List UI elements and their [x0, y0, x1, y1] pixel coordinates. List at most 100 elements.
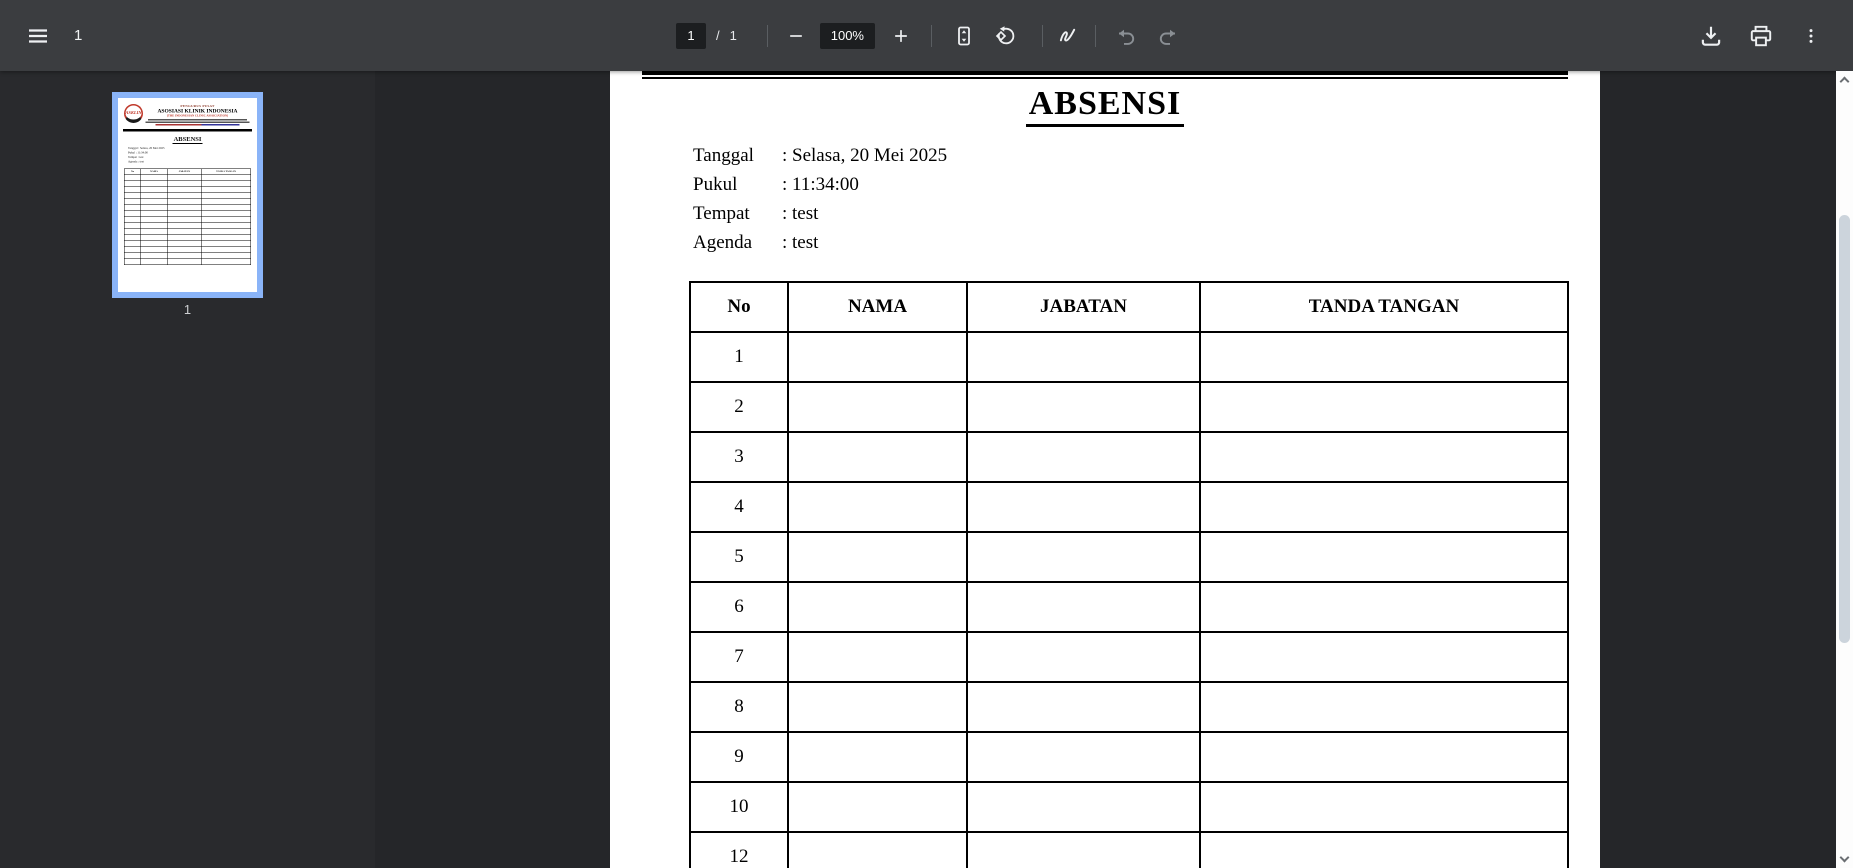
cell-no: 4: [689, 481, 789, 533]
cell-empty: [787, 381, 968, 433]
fit-page-icon: [952, 24, 976, 48]
table-row: 12: [689, 831, 1569, 868]
zoom-out-icon: [786, 26, 806, 46]
thumb-table-body: No NAMA JABATAN TANDA TANGAN: [124, 168, 251, 265]
meta-value: : test: [782, 203, 819, 224]
thumb-table: No NAMA JABATAN TANDA TANGAN: [124, 168, 251, 265]
cell-no: 5: [689, 531, 789, 583]
print-button[interactable]: [1747, 22, 1775, 50]
cell-empty: [787, 431, 968, 483]
three-dots-icon: [1801, 24, 1821, 48]
menu-icon: [26, 24, 50, 48]
toolbar-center-group: / 1 100%: [676, 0, 1182, 71]
more-options-button[interactable]: [1797, 22, 1825, 50]
meta-label: Tempat: [693, 203, 750, 224]
table-row: 1: [689, 331, 1569, 383]
zoom-out-button[interactable]: [782, 22, 810, 50]
cell-empty: [1199, 631, 1569, 683]
meta-value: : Selasa, 20 Mei 2025: [782, 145, 948, 166]
annotate-button[interactable]: [1055, 22, 1083, 50]
thumb-table-cell: [140, 258, 168, 265]
cell-empty: [787, 481, 968, 533]
thumb-table-cell: [166, 258, 202, 265]
cell-empty: [787, 331, 968, 383]
page-number-input[interactable]: [676, 22, 706, 49]
thumb-address-line: [155, 123, 240, 126]
pdf-page: ABSENSI Tanggal: Selasa, 20 Mei 2025 Puk…: [610, 71, 1600, 868]
redo-button[interactable]: [1154, 22, 1182, 50]
cell-empty: [1199, 831, 1569, 868]
scrollbar-thumb[interactable]: [1839, 215, 1850, 643]
zoom-in-button[interactable]: [887, 22, 915, 50]
cell-no: 9: [689, 731, 789, 783]
thumb-org-line2: ASOSIASI KLINIK INDONESIA: [157, 108, 238, 115]
scroll-up-icon[interactable]: [1839, 76, 1850, 87]
cell-no: 3: [689, 431, 789, 483]
absensi-table-body: 1 2 3 4 5 6 7 8 9 10 12: [689, 331, 1569, 868]
page-title: ABSENSI: [610, 85, 1600, 127]
cell-empty: [787, 831, 968, 868]
zoom-level-value[interactable]: 100%: [819, 22, 875, 49]
cell-empty: [1199, 681, 1569, 733]
thumb-org-line3: (THE INDONESIAN CLINIC ASSOCIATION): [166, 114, 229, 118]
table-row: 7: [689, 631, 1569, 683]
cell-empty: [1199, 581, 1569, 633]
cell-empty: [1199, 381, 1569, 433]
meta-label: Agenda: [693, 232, 753, 253]
thumb-meta: Tanggal : Selasa, 20 Mei 2025 Pukul : 11:…: [128, 146, 257, 164]
menu-button[interactable]: [24, 22, 52, 50]
meta-value: : test: [782, 232, 819, 253]
thumbnail-page-number: 1: [183, 302, 192, 317]
cell-no: 1: [689, 331, 789, 383]
undo-button[interactable]: [1112, 22, 1140, 50]
cell-empty: [966, 731, 1201, 783]
meta-label: Tanggal: [693, 145, 754, 166]
header-tanda-tangan: TANDA TANGAN: [1199, 281, 1569, 333]
cell-empty: [966, 431, 1201, 483]
meta-block: Tanggal: Selasa, 20 Mei 2025 Pukul: 11:3…: [693, 141, 947, 257]
toolbar-divider: [930, 24, 932, 47]
page-thumbnail[interactable]: ASKLIN PENGURUS PUSAT ASOSIASI KLINIK IN…: [112, 92, 263, 298]
table-row: 5: [689, 531, 1569, 583]
zoom-in-icon: [891, 26, 911, 46]
table-row: 9: [689, 731, 1569, 783]
redo-icon: [1156, 24, 1180, 48]
cell-empty: [966, 781, 1201, 833]
table-header-row: No NAMA JABATAN TANDA TANGAN: [689, 281, 1569, 333]
header-nama: NAMA: [787, 281, 968, 333]
cell-empty: [966, 631, 1201, 683]
document-viewport[interactable]: ABSENSI Tanggal: Selasa, 20 Mei 2025 Puk…: [375, 71, 1853, 868]
download-button[interactable]: [1697, 22, 1725, 50]
toolbar: 1 / 1 100%: [0, 0, 1853, 71]
toolbar-right-group: [1697, 0, 1825, 71]
vertical-scrollbar[interactable]: [1836, 71, 1853, 868]
cell-empty: [1199, 731, 1569, 783]
scroll-down-icon[interactable]: [1839, 852, 1850, 863]
table-row: 3: [689, 431, 1569, 483]
cell-empty: [966, 831, 1201, 868]
print-icon: [1748, 23, 1774, 49]
cell-no: 6: [689, 581, 789, 633]
letterhead-rule-thick: [642, 71, 1568, 75]
cell-empty: [966, 331, 1201, 383]
cell-empty: [787, 681, 968, 733]
fit-page-button[interactable]: [950, 22, 978, 50]
toolbar-divider: [1041, 24, 1043, 47]
toolbar-divider: [1094, 24, 1096, 47]
thumb-table-row: [124, 258, 251, 265]
cell-no: 10: [689, 781, 789, 833]
meta-row: Tempat : test: [693, 199, 947, 228]
thumbnail-page-preview: ASKLIN PENGURUS PUSAT ASOSIASI KLINIK IN…: [118, 98, 257, 292]
toolbar-left-group: 1: [24, 0, 82, 71]
table-row: 2: [689, 381, 1569, 433]
cell-no: 2: [689, 381, 789, 433]
cell-empty: [1199, 531, 1569, 583]
absensi-table: No NAMA JABATAN TANDA TANGAN 1 2 3 4 5 6 7 8 9 10…: [689, 281, 1569, 868]
header-no: No: [689, 281, 789, 333]
rotate-button[interactable]: [992, 22, 1020, 50]
rotate-counterclockwise-icon: [994, 24, 1018, 48]
cell-empty: [787, 631, 968, 683]
document-title: 1: [74, 27, 83, 44]
cell-empty: [966, 381, 1201, 433]
cell-empty: [966, 581, 1201, 633]
